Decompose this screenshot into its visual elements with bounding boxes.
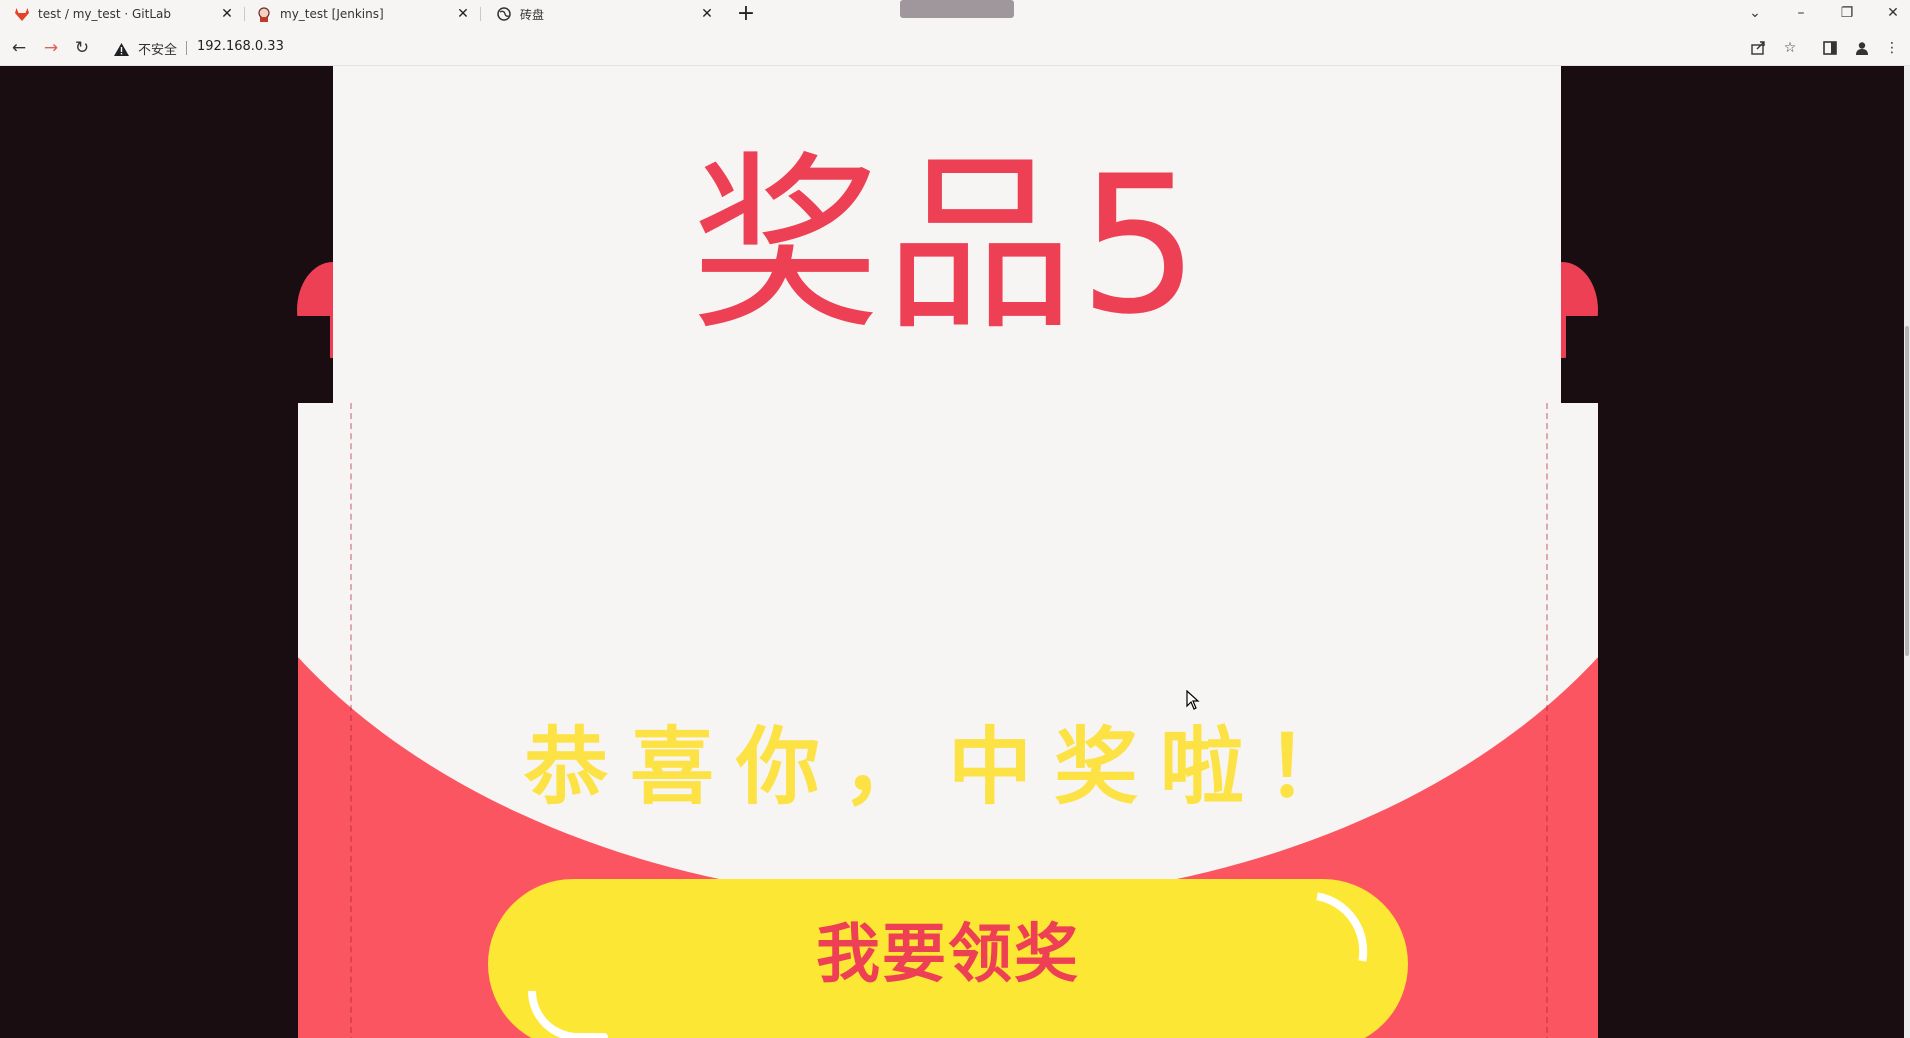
tab-title: test / my_test · GitLab: [38, 7, 171, 21]
close-icon[interactable]: ✕: [698, 5, 716, 23]
tab-gitlab[interactable]: test / my_test · GitLab ✕: [14, 0, 236, 28]
claim-button-label: 我要领奖: [816, 918, 1080, 992]
security-label[interactable]: 不安全: [138, 39, 177, 58]
gitlab-icon: [14, 6, 30, 22]
close-icon[interactable]: ✕: [218, 5, 236, 23]
restore-button[interactable]: ❐: [1832, 2, 1862, 24]
chevron-down-icon[interactable]: ⌄: [1740, 2, 1770, 24]
button-highlight: [528, 991, 598, 1038]
tab-strip: test / my_test · GitLab ✕ my_test [Jenki…: [0, 0, 1910, 28]
tab-current[interactable]: 砖盘 ✕: [496, 0, 716, 28]
close-icon[interactable]: ✕: [454, 5, 472, 23]
forward-button[interactable]: →: [40, 37, 62, 59]
pocket-opening: [298, 403, 1598, 903]
recording-overlay: [900, 0, 1014, 18]
new-tab-button[interactable]: +: [734, 2, 758, 26]
tab-jenkins[interactable]: my_test [Jenkins] ✕: [256, 0, 472, 28]
globe-icon: [496, 6, 512, 22]
vertical-scrollbar[interactable]: [1904, 66, 1910, 1038]
address-bar[interactable]: 192.168.0.33: [197, 39, 284, 54]
warning-icon[interactable]: [114, 41, 129, 60]
tab-divider: [480, 7, 481, 21]
congrats-text: 恭喜你，中奖啦！: [523, 718, 1372, 816]
mouse-cursor-icon: [1186, 689, 1200, 714]
jenkins-icon: [256, 6, 272, 22]
reload-button[interactable]: ↻: [71, 37, 93, 59]
profile-icon[interactable]: [1852, 38, 1872, 58]
back-button[interactable]: ←: [8, 37, 30, 59]
button-highlight-dot: [596, 1033, 608, 1038]
close-window-button[interactable]: ✕: [1878, 2, 1908, 24]
bookmark-star-icon[interactable]: ☆: [1780, 38, 1800, 58]
tab-title: 砖盘: [520, 7, 545, 22]
tab-divider: [244, 7, 245, 21]
menu-dots-icon[interactable]: ⋮: [1882, 38, 1902, 58]
minimize-button[interactable]: –: [1786, 2, 1816, 24]
side-panel-icon[interactable]: [1820, 38, 1840, 58]
button-highlight: [1307, 892, 1377, 962]
url-divider: [186, 41, 187, 55]
tab-title: my_test [Jenkins]: [280, 7, 384, 21]
scrollbar-thumb[interactable]: [1905, 326, 1909, 656]
prize-title: 奖品5: [690, 135, 1204, 356]
claim-prize-button[interactable]: 我要领奖: [488, 879, 1408, 1038]
share-icon[interactable]: [1748, 38, 1768, 58]
browser-toolbar: ← → ↻ 不安全 192.168.0.33 ☆ ⋮: [0, 28, 1910, 66]
